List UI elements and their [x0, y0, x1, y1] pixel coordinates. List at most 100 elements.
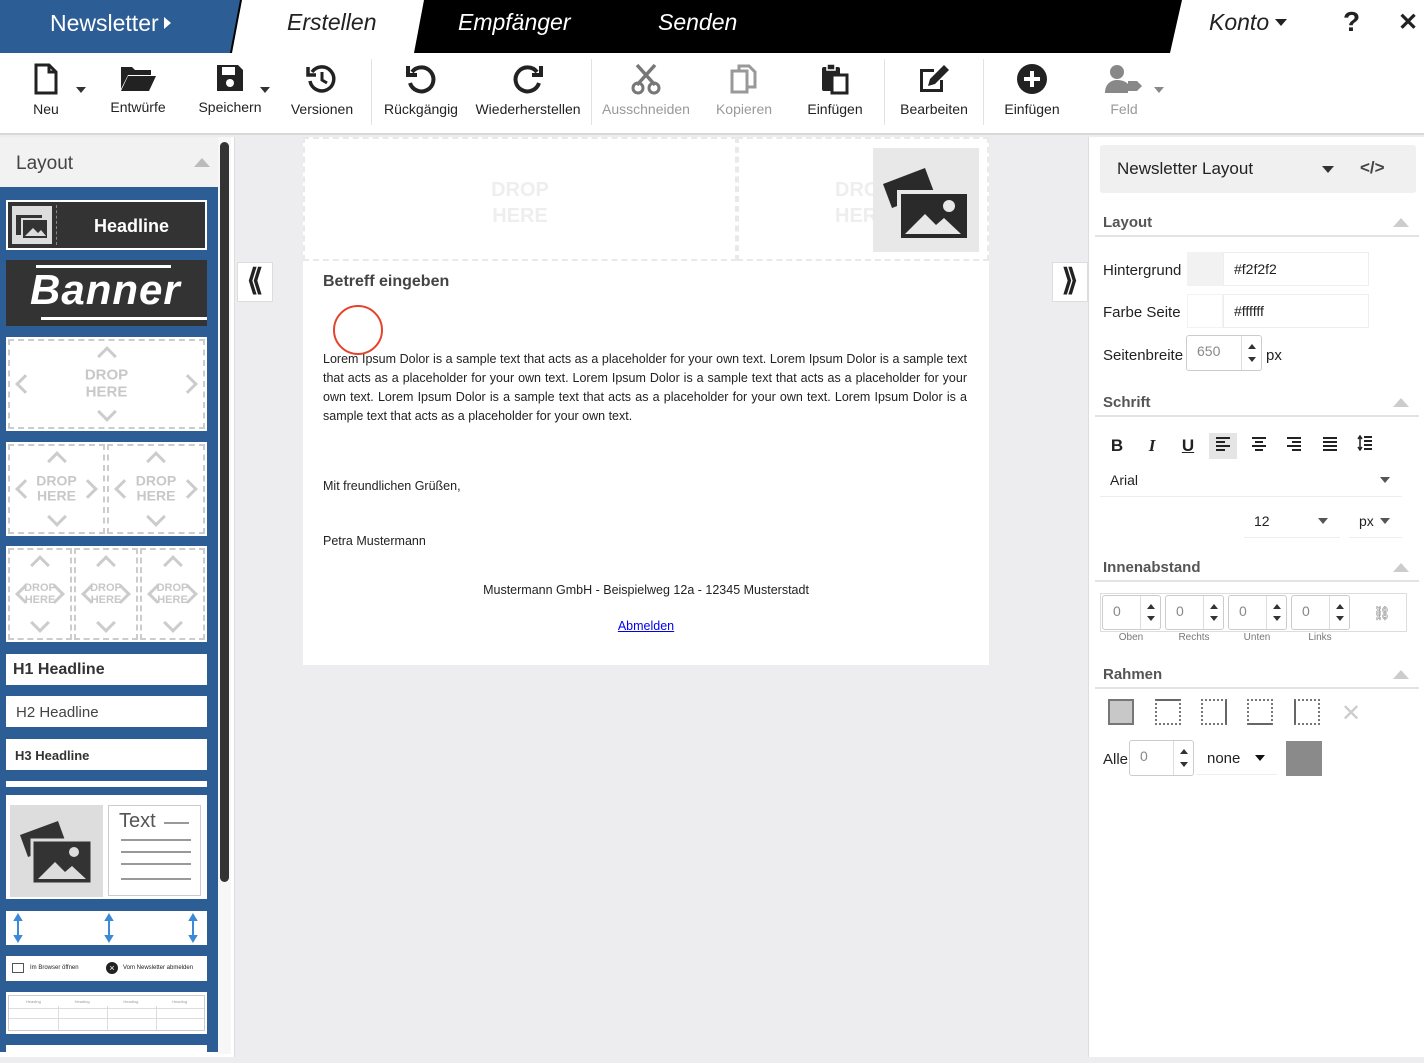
greeting-text[interactable]: Mit freundlichen Grüßen, [323, 479, 461, 493]
undo-button[interactable]: Rückgängig [382, 53, 460, 133]
collapse-left-button[interactable]: ⟪ [237, 262, 273, 302]
block-headline[interactable]: Headline [6, 200, 207, 250]
collapse-up-icon [1393, 218, 1409, 227]
account-menu[interactable]: Konto [1209, 9, 1288, 36]
section-padding[interactable]: Innenabstand [1095, 556, 1419, 582]
page-width-unit: px [1266, 347, 1282, 364]
page-width-input[interactable]: 650 [1186, 335, 1262, 371]
account-label: Konto [1209, 9, 1270, 35]
copy-icon [730, 64, 757, 94]
unsubscribe-link[interactable]: Abmelden [303, 619, 989, 633]
block-h1[interactable]: H1 Headline [6, 654, 207, 685]
help-icon[interactable]: ? [1343, 6, 1360, 38]
page-color-input[interactable]: #ffffff [1223, 294, 1369, 328]
spinner[interactable] [1173, 741, 1193, 775]
banner-label: Banner [30, 266, 181, 313]
padding-bottom-input[interactable]: 0 [1228, 595, 1287, 630]
insert-button[interactable]: Einfügen [1000, 53, 1064, 133]
block-three-columns[interactable]: DROP HERE DROP HERE DROP HERE [6, 546, 207, 642]
drop-zone[interactable]: DROP HERE [303, 137, 737, 261]
toolbar-divider [371, 59, 372, 125]
spinner[interactable] [1266, 596, 1286, 629]
copy-button[interactable]: Kopieren [712, 53, 776, 133]
section-border[interactable]: Rahmen [1095, 663, 1419, 689]
border-bottom-option[interactable] [1247, 699, 1273, 725]
signer-text[interactable]: Petra Mustermann [323, 534, 426, 548]
body-text[interactable]: Lorem Ipsum Dolor is a sample text that … [323, 350, 967, 426]
align-justify-button[interactable] [1316, 433, 1344, 459]
block-browser-links[interactable]: Im Browser öffnen × Vom Newsletter abmel… [6, 956, 207, 981]
border-right-option[interactable] [1201, 699, 1227, 725]
layout-select[interactable]: Newsletter Layout </> [1100, 145, 1416, 193]
block-h2[interactable]: H2 Headline [6, 696, 207, 727]
underline-button[interactable]: U [1174, 433, 1202, 459]
section-font[interactable]: Schrift [1095, 391, 1419, 417]
padding-right-input[interactable]: 0 [1165, 595, 1224, 630]
chevron-down-icon [1322, 166, 1334, 173]
drop-zone: DROP HERE [8, 548, 72, 640]
border-style-select[interactable]: none [1197, 741, 1277, 775]
subject-heading[interactable]: Betreff eingeben [323, 273, 449, 291]
block-banner[interactable]: Banner [6, 260, 207, 326]
padding-left-value: 0 [1302, 603, 1310, 619]
page-color-swatch[interactable] [1187, 294, 1223, 328]
font-unit-select[interactable]: px [1349, 504, 1402, 538]
new-button[interactable]: Neu [22, 53, 86, 133]
tab-empfaenger[interactable]: Empfänger [458, 9, 571, 36]
cut-button[interactable]: Ausschneiden [600, 53, 692, 133]
spinner[interactable] [1241, 336, 1261, 370]
field-button[interactable]: Feld [1100, 53, 1164, 133]
block-table[interactable]: Heading Heading Heading Heading [6, 992, 207, 1034]
block-divider-arrows[interactable] [6, 911, 207, 945]
collapse-up-icon[interactable] [194, 158, 210, 167]
padding-left-input[interactable]: 0 [1291, 595, 1350, 630]
block-image-text[interactable]: Text [6, 795, 207, 899]
code-icon[interactable]: </> [1360, 158, 1385, 178]
border-color-swatch[interactable] [1286, 741, 1322, 776]
page-width-label: Seitenbreite [1103, 347, 1184, 364]
align-center-button[interactable] [1245, 433, 1273, 459]
border-left-option[interactable] [1294, 699, 1320, 725]
image-placeholder[interactable] [873, 148, 979, 252]
border-none-icon[interactable]: ✕ [1341, 699, 1361, 728]
line-height-button[interactable] [1351, 433, 1379, 459]
edit-button[interactable]: Bearbeiten [897, 53, 971, 133]
border-top-option[interactable] [1155, 699, 1181, 725]
section-layout[interactable]: Layout [1095, 211, 1419, 237]
tab-senden[interactable]: Senden [658, 9, 737, 36]
link-icon[interactable]: ⛓ [1373, 605, 1391, 622]
italic-button[interactable]: I [1138, 433, 1166, 459]
spinner[interactable] [1203, 596, 1223, 629]
block-partial[interactable] [6, 1045, 207, 1052]
font-size-select[interactable]: 12 [1244, 504, 1340, 538]
block-h3[interactable]: H3 Headline [6, 739, 207, 770]
footer-address[interactable]: Mustermann GmbH - Beispielweg 12a - 1234… [303, 583, 989, 597]
bold-button[interactable]: B [1103, 433, 1131, 459]
font-family-select[interactable]: Arial [1100, 463, 1402, 497]
block-spacer[interactable] [6, 781, 207, 787]
background-swatch[interactable] [1187, 252, 1223, 286]
collapse-right-button[interactable]: ⟫ [1052, 262, 1088, 302]
tab-erstellen[interactable]: Erstellen [287, 9, 376, 36]
nav-brand-newsletter[interactable]: Newsletter [0, 0, 240, 53]
background-color-input[interactable]: #f2f2f2 [1223, 252, 1369, 286]
align-right-button[interactable] [1280, 433, 1308, 459]
border-width-input[interactable]: 0 [1129, 740, 1194, 776]
border-all-option[interactable] [1108, 699, 1134, 725]
block-one-column[interactable]: DROP HERE [6, 337, 207, 431]
spinner[interactable] [1329, 596, 1349, 629]
save-button[interactable]: Speichern [196, 53, 270, 133]
block-two-columns[interactable]: DROP HERE DROP HERE [6, 442, 207, 536]
layout-panel-header[interactable]: Layout [0, 137, 218, 187]
padding-top-input[interactable]: 0 [1102, 595, 1161, 630]
scrollbar-thumb[interactable] [220, 142, 229, 882]
paste-button[interactable]: Einfügen [804, 53, 866, 133]
redo-button[interactable]: Wiederherstellen [470, 53, 586, 133]
drafts-button[interactable]: Entwürfe [104, 53, 172, 133]
close-icon[interactable]: ✕ [1398, 8, 1418, 37]
spinner[interactable] [1140, 596, 1160, 629]
versions-button[interactable]: Versionen [287, 53, 357, 133]
properties-panel: Newsletter Layout </> Layout Hintergrund… [1088, 137, 1424, 1057]
layout-scrollbar[interactable] [218, 137, 231, 1054]
align-left-button[interactable] [1209, 433, 1237, 459]
